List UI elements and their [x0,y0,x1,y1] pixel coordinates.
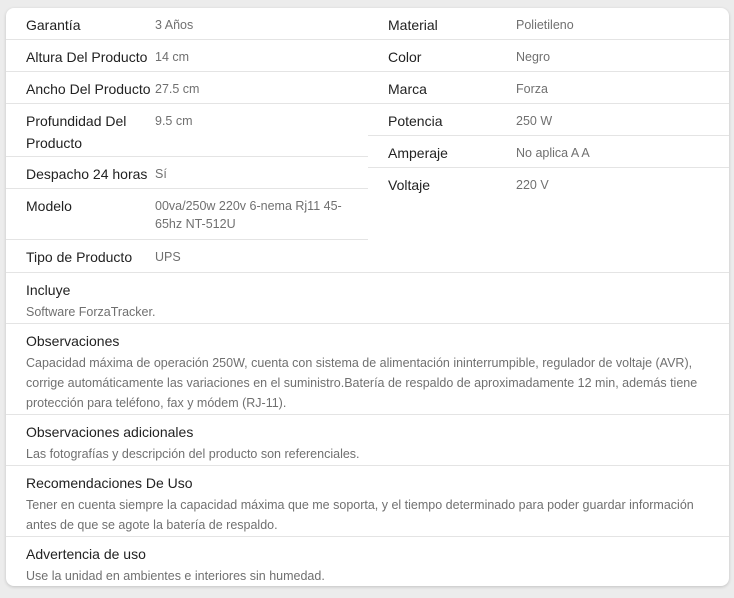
spec-label: Incluye [26,282,71,298]
spec-value: UPS [155,250,181,264]
spec-label: Observaciones adicionales [26,424,194,440]
spec-row-marca: Marca Forza [368,72,729,104]
spec-value: Forza [516,82,548,96]
spec-value: Software ForzaTracker. [26,305,156,319]
spec-label: Observaciones [26,333,120,349]
spec-value: No aplica A A [516,146,590,160]
spec-full-observaciones-adicionales: Observaciones adicionales Las fotografía… [6,414,729,465]
spec-value: 3 Años [155,18,194,32]
spec-label: Profundidad Del Producto [26,113,127,151]
spec-label: Ancho Del Producto [26,81,151,97]
spec-label: Potencia [388,113,443,129]
spec-row-voltaje: Voltaje 220 V [368,168,729,200]
spec-label: Material [388,17,438,33]
specs-right-column: Material Polietileno Color Negro Marca F… [368,8,729,272]
spec-label: Voltaje [388,177,431,193]
spec-value: Tener en cuenta siempre la capacidad máx… [26,498,694,532]
spec-row-modelo: Modelo 00va/250w 220v 6-nema Rj11 45-65h… [6,189,368,240]
spec-label: Amperaje [388,145,448,161]
spec-label: Despacho 24 horas [26,166,148,182]
spec-row-garantia: Garantía 3 Años [6,8,368,40]
specs-left-column: Garantía 3 Años Altura Del Producto 14 c… [6,8,368,272]
spec-row-altura: Altura Del Producto 14 cm [6,40,368,72]
spec-full-advertencia: Advertencia de uso Use la unidad en ambi… [6,536,729,586]
specs-two-columns: Garantía 3 Años Altura Del Producto 14 c… [6,8,729,272]
spec-value: Capacidad máxima de operación 250W, cuen… [26,356,698,410]
spec-label: Marca [388,81,427,97]
spec-row-profundidad: Profundidad Del Producto 9.5 cm [6,104,368,157]
spec-value: 220 V [516,178,549,192]
spec-value: 14 cm [155,50,190,64]
spec-label: Recomendaciones De Uso [26,475,193,491]
spec-row-amperaje: Amperaje No aplica A A [368,136,729,168]
spec-label: Tipo de Producto [26,249,133,265]
spec-value: 00va/250w 220v 6-nema Rj11 45-65hz NT-51… [155,199,342,231]
spec-row-despacho: Despacho 24 horas Sí [6,157,368,189]
spec-value: Las fotografías y descripción del produc… [26,447,360,461]
spec-label: Color [388,49,422,65]
spec-value: Sí [155,167,167,181]
product-specs-card: Garantía 3 Años Altura Del Producto 14 c… [6,8,729,586]
spec-label: Modelo [26,198,72,214]
spec-row-tipo: Tipo de Producto UPS [6,240,368,272]
spec-value: 9.5 cm [155,114,193,128]
spec-full-recomendaciones: Recomendaciones De Uso Tener en cuenta s… [6,465,729,536]
spec-label: Advertencia de uso [26,546,146,562]
spec-value: 250 W [516,114,553,128]
spec-row-potencia: Potencia 250 W [368,104,729,136]
spec-row-material: Material Polietileno [368,8,729,40]
spec-full-incluye: Incluye Software ForzaTracker. [6,272,729,323]
spec-value: Polietileno [516,18,574,32]
spec-full-observaciones: Observaciones Capacidad máxima de operac… [6,323,729,414]
spec-value: Negro [516,50,551,64]
spec-row-ancho: Ancho Del Producto 27.5 cm [6,72,368,104]
spec-value: 27.5 cm [155,82,200,96]
spec-row-color: Color Negro [368,40,729,72]
spec-label: Altura Del Producto [26,49,148,65]
spec-label: Garantía [26,17,81,33]
spec-value: Use la unidad en ambientes e interiores … [26,569,325,583]
